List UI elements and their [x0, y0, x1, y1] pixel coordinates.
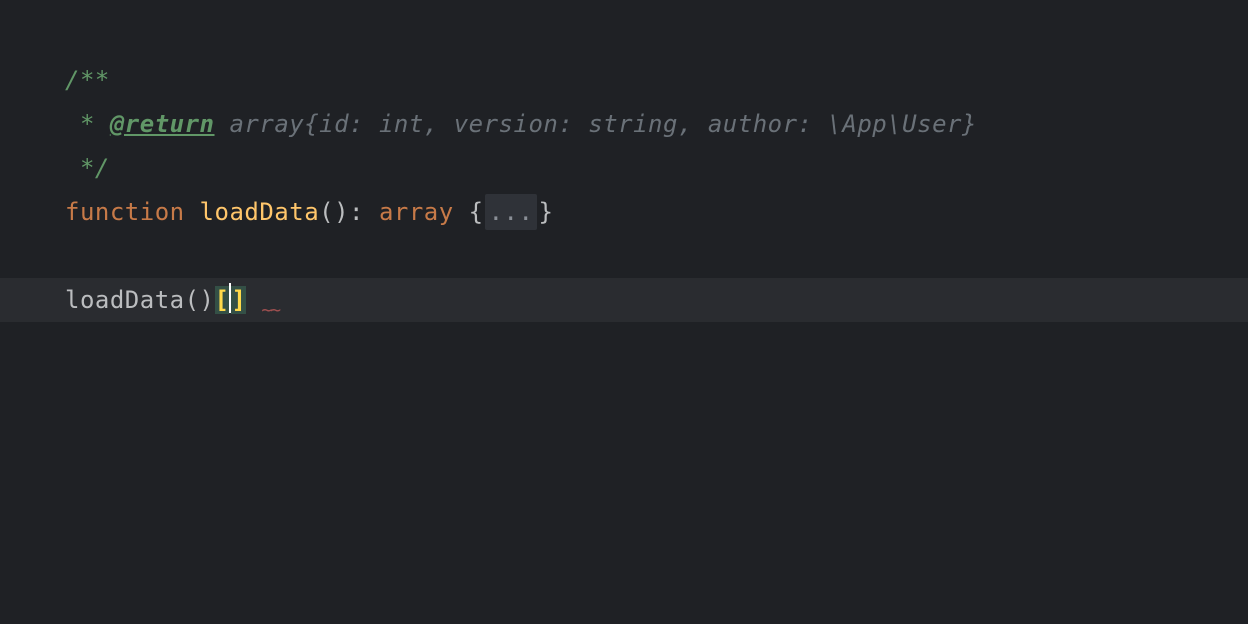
doctag-return: @return: [110, 110, 215, 138]
code-line-2[interactable]: * @return array{id: int, version: string…: [0, 102, 1248, 146]
docblock-type-annotation: array{id: int, version: string, author: …: [215, 110, 977, 138]
docblock-close: */: [65, 154, 110, 182]
return-type: array: [379, 198, 454, 226]
brace-close: }: [538, 198, 553, 226]
bracket-close-highlight: ]: [231, 286, 246, 314]
code-line-4[interactable]: function loadData(): array {...}: [0, 190, 1248, 234]
keyword-function: function: [65, 198, 185, 226]
error-squiggle-icon: ~~: [261, 300, 279, 321]
code-line-3[interactable]: */: [0, 146, 1248, 190]
code-line-6-current[interactable]: loadData()[] ~~: [0, 278, 1248, 322]
fold-indicator-icon[interactable]: ...: [485, 194, 538, 230]
brace-open: {: [469, 198, 484, 226]
space: [185, 198, 200, 226]
code-editor[interactable]: /** * @return array{id: int, version: st…: [0, 0, 1248, 624]
code-line-5-blank[interactable]: [0, 234, 1248, 278]
function-name: loadData: [200, 198, 320, 226]
docblock-open: /**: [65, 66, 110, 94]
space: [454, 198, 469, 226]
bracket-open-highlight: [: [215, 286, 230, 314]
docblock-star: *: [65, 110, 110, 138]
space: [246, 286, 261, 314]
function-call: loadData(): [65, 286, 215, 314]
code-line-1[interactable]: /**: [0, 58, 1248, 102]
parens: (): [319, 198, 349, 226]
colon: :: [349, 198, 379, 226]
